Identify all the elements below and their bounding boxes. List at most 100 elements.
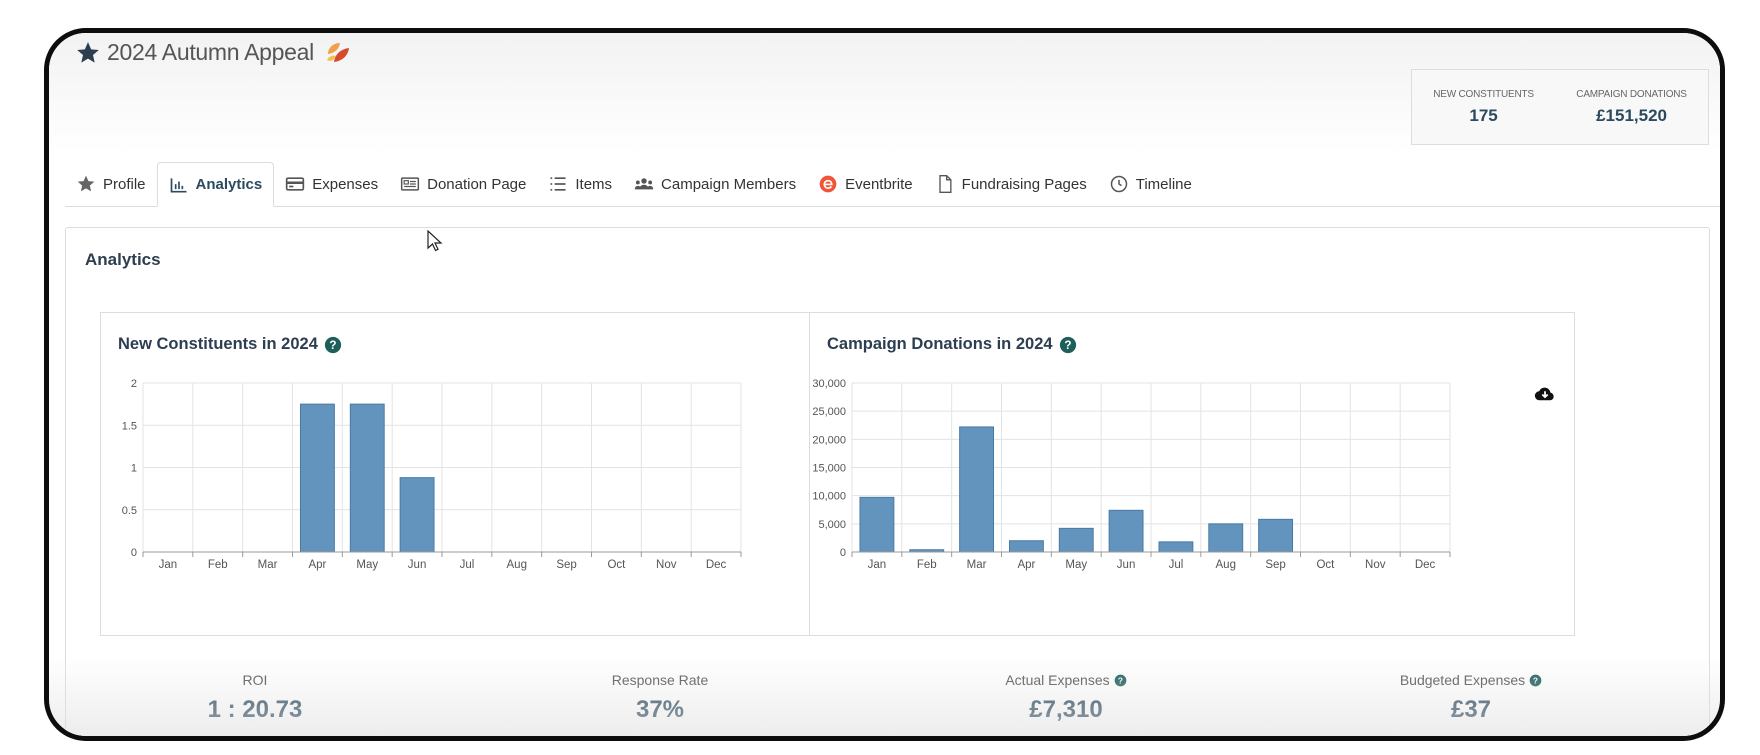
kpi-roi: ROI 1 : 20.73 bbox=[105, 672, 405, 724]
tab-donation-page[interactable]: Donation Page bbox=[389, 162, 537, 206]
bar-mar bbox=[959, 426, 995, 553]
bar-apr bbox=[299, 403, 335, 553]
y-tick-label: 1 bbox=[131, 463, 137, 475]
kpi-actual-expenses: Actual Expenses ? £7,310 bbox=[916, 672, 1216, 724]
y-tick-label: 15,000 bbox=[812, 463, 846, 475]
app-window: 2024 Autumn Appeal NEW CONSTITUENTS 175 … bbox=[44, 28, 1725, 741]
bar-jul bbox=[1158, 541, 1194, 553]
credit-card-icon bbox=[286, 177, 305, 191]
x-tick-label: Aug bbox=[1216, 559, 1236, 571]
stat-value: 175 bbox=[1469, 105, 1498, 125]
users-icon bbox=[634, 178, 654, 190]
newspaper-icon bbox=[401, 177, 420, 191]
campaign-name: 2024 Autumn Appeal bbox=[107, 39, 314, 65]
x-tick-label: Nov bbox=[1365, 559, 1386, 571]
kpi-row: ROI 1 : 20.73 Response Rate 37% Actual E… bbox=[66, 672, 1709, 736]
y-tick-label: 0 bbox=[131, 547, 137, 559]
y-tick-label: 0 bbox=[840, 547, 846, 559]
x-tick-label: Mar bbox=[258, 559, 278, 571]
eventbrite-icon bbox=[819, 175, 837, 193]
stat-new-constituents: NEW CONSTITUENTS 175 bbox=[1433, 89, 1534, 126]
page-title: 2024 Autumn Appeal bbox=[75, 39, 352, 66]
help-icon[interactable]: ? bbox=[1529, 674, 1542, 687]
tab-items[interactable]: Items bbox=[537, 162, 623, 206]
x-tick-label: Dec bbox=[1415, 559, 1436, 571]
bar-may bbox=[349, 403, 385, 553]
tab-fundraising-pages[interactable]: Fundraising Pages bbox=[924, 162, 1098, 206]
x-tick-label: Jun bbox=[408, 559, 427, 571]
tab-eventbrite[interactable]: Eventbrite bbox=[807, 162, 924, 206]
x-tick-label: Apr bbox=[1017, 559, 1035, 571]
x-tick-label: May bbox=[1065, 559, 1087, 571]
kpi-label: Budgeted Expenses ? bbox=[1321, 672, 1621, 688]
kpi-label-text: ROI bbox=[242, 672, 268, 688]
new-constituents-bar-chart: 0 0.5 1 1.5 2 Jan Feb Mar Apr May Jun Jul Aug Sep Oct N… bbox=[122, 378, 742, 571]
x-tick-label: Mar bbox=[967, 559, 987, 571]
kpi-label: Response Rate bbox=[510, 672, 810, 688]
kpi-value: £37 bbox=[1450, 696, 1492, 723]
svg-text:?: ? bbox=[1118, 675, 1123, 685]
y-tick-label: 1.5 bbox=[122, 420, 137, 432]
kpi-budgeted-expenses: Budgeted Expenses ? £37 bbox=[1321, 672, 1621, 724]
stat-campaign-donations: CAMPAIGN DONATIONS £151,520 bbox=[1576, 89, 1687, 126]
bar-may bbox=[1058, 527, 1094, 553]
tab-label: Expenses bbox=[312, 175, 379, 193]
bar-jan bbox=[859, 496, 895, 553]
y-tick-label: 20,000 bbox=[812, 434, 846, 446]
x-tick-label: Jun bbox=[1117, 559, 1136, 571]
kpi-label-text: Budgeted Expenses bbox=[1399, 672, 1526, 688]
x-tick-label: Oct bbox=[1316, 559, 1335, 571]
help-icon[interactable]: ? bbox=[1114, 674, 1127, 687]
kpi-value: 1 : 20.73 bbox=[207, 696, 303, 723]
stat-value: £151,520 bbox=[1596, 105, 1667, 125]
campaign-stats: NEW CONSTITUENTS 175 CAMPAIGN DONATIONS … bbox=[1411, 69, 1709, 145]
tab-expenses[interactable]: Expenses bbox=[274, 162, 389, 206]
stat-label: NEW CONSTITUENTS bbox=[1433, 88, 1534, 100]
mouse-cursor-icon bbox=[427, 230, 443, 252]
svg-text:?: ? bbox=[1533, 675, 1538, 685]
file-icon bbox=[938, 175, 952, 193]
tab-profile[interactable]: Profile bbox=[65, 162, 157, 206]
x-tick-label: Dec bbox=[706, 559, 727, 571]
bar-sep bbox=[1258, 518, 1294, 553]
x-tick-label: Apr bbox=[308, 559, 326, 571]
x-tick-label: Aug bbox=[507, 559, 527, 571]
star-icon[interactable] bbox=[75, 40, 101, 66]
tab-label: Profile bbox=[103, 175, 146, 193]
kpi-label: ROI bbox=[105, 672, 405, 688]
campaign-donations-chart-card: Campaign Donations in 2024 ? 0 5,000 10,00… bbox=[809, 312, 1575, 636]
x-tick-label: Jan bbox=[868, 559, 887, 571]
bar-jun bbox=[1108, 509, 1144, 553]
bar-jun bbox=[399, 477, 435, 553]
leaf-logo-icon bbox=[326, 42, 349, 62]
x-tick-label: Jul bbox=[1169, 559, 1184, 571]
kpi-label-text: Response Rate bbox=[611, 672, 709, 688]
bar-aug bbox=[1208, 523, 1244, 553]
kpi-label: Actual Expenses ? bbox=[916, 672, 1216, 688]
list-icon bbox=[550, 177, 566, 191]
x-tick-label: Nov bbox=[656, 559, 677, 571]
tab-label: Analytics bbox=[195, 176, 263, 193]
kpi-value: £7,310 bbox=[1029, 696, 1103, 723]
y-tick-label: 0.5 bbox=[122, 505, 137, 517]
campaign-donations-bar-chart: 0 5,000 10,000 15,000 20,000 25,000 30,000 Jan F… bbox=[812, 378, 1451, 571]
kpi-value: 37% bbox=[635, 696, 685, 723]
y-tick-label: 2 bbox=[131, 378, 137, 390]
x-tick-label: Sep bbox=[1265, 559, 1285, 571]
tab-label: Campaign Members bbox=[661, 175, 797, 193]
x-tick-label: Jan bbox=[159, 559, 178, 571]
tab-label: Eventbrite bbox=[845, 175, 913, 193]
x-tick-label: Feb bbox=[208, 559, 228, 571]
y-tick-label: 25,000 bbox=[812, 406, 846, 418]
tab-label: Timeline bbox=[1135, 175, 1192, 193]
tab-timeline[interactable]: Timeline bbox=[1098, 162, 1203, 206]
tab-campaign-members[interactable]: Campaign Members bbox=[623, 162, 807, 206]
bar-chart-icon bbox=[170, 177, 187, 192]
tab-analytics[interactable]: Analytics bbox=[156, 162, 275, 207]
panel-title: Analytics bbox=[85, 250, 161, 269]
y-tick-label: 30,000 bbox=[812, 378, 846, 390]
bar-apr bbox=[1008, 540, 1044, 553]
star-icon bbox=[77, 175, 95, 192]
x-tick-label: Oct bbox=[607, 559, 626, 571]
x-tick-label: May bbox=[356, 559, 378, 571]
